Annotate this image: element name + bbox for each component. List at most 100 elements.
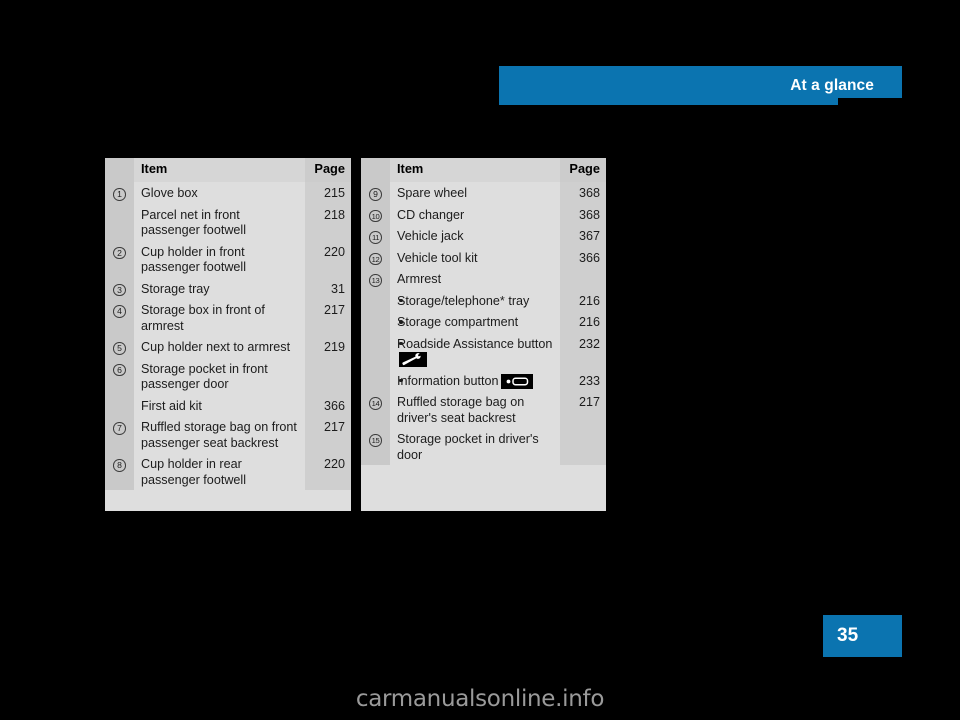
row-item-cell: Ruffled storage bag on front passenger s… (134, 416, 305, 453)
circled-number-4: 4 (113, 305, 126, 318)
row-item-label: Ruffled storage bag on front passenger s… (141, 420, 297, 450)
row-page-cell: 218 (305, 203, 351, 241)
table-row: Storage compartment 216 (361, 311, 606, 333)
table-row: 8 Cup holder in rear passenger footwell 22… (105, 453, 351, 490)
row-number-cell: 6 (105, 357, 134, 395)
bullet-point-icon (399, 298, 403, 303)
row-page-cell: 216 (560, 311, 606, 333)
row-number-cell (361, 311, 390, 333)
row-number-cell (361, 332, 390, 370)
row-item-cell: First aid kit (134, 394, 305, 416)
circled-number-5: 5 (113, 342, 126, 355)
row-page-cell: 366 (305, 394, 351, 416)
column-header-number (105, 158, 134, 182)
circled-number-7: 7 (113, 422, 126, 435)
row-page-cell: 215 (305, 182, 351, 204)
row-number-cell: 10 (361, 203, 390, 225)
row-item-cell: Information button (390, 369, 560, 391)
row-page-cell (305, 357, 351, 395)
row-item-label: Spare wheel (397, 186, 468, 200)
table-row: Information button 233 (361, 369, 606, 391)
row-item-cell: Storage pocket in driver's door (390, 428, 560, 465)
row-page-cell: 233 (560, 369, 606, 391)
row-item-label: Cup holder next to armrest (141, 340, 291, 354)
row-page-cell: 220 (305, 453, 351, 490)
table-row: 4 Storage box in front of armrest 217 (105, 299, 351, 336)
row-item-cell: Parcel net in front passenger footwell (134, 203, 305, 241)
row-item-label: Information button (397, 373, 499, 388)
row-page-cell: 368 (560, 203, 606, 225)
row-item-label: Storage compartment (397, 315, 519, 329)
row-item-label: Parcel net in front passenger footwell (141, 207, 247, 238)
row-page-cell: 217 (305, 416, 351, 453)
circled-number-3: 3 (113, 283, 126, 296)
row-page-cell: 31 (305, 277, 351, 299)
row-item-cell: Spare wheel (390, 182, 560, 204)
row-number-cell: 11 (361, 225, 390, 247)
row-item-cell: Storage box in front of armrest (134, 299, 305, 336)
row-page-cell: 217 (560, 391, 606, 428)
page-number: 35 (837, 625, 859, 646)
table-row: 6 Storage pocket in front passenger door (105, 357, 351, 395)
row-page-cell: 220 (305, 240, 351, 278)
column-header-page: Page (560, 158, 606, 182)
row-page-cell: 217 (305, 299, 351, 336)
row-item-label: First aid kit (141, 398, 202, 413)
row-item-label: Cup holder in rear passenger footwell (141, 457, 247, 487)
table-left-body: 1 Glove box 215 Parcel net in front passeng… (105, 182, 351, 490)
watermark-text: carmanualsonline.info (355, 686, 605, 712)
circled-number-8: 8 (113, 459, 126, 472)
row-item-label: Glove box (141, 186, 198, 200)
table-row: 9 Spare wheel 368 (361, 182, 606, 204)
row-item-cell: Storage/telephone* tray (390, 289, 560, 311)
row-item-cell: Glove box (134, 182, 305, 204)
row-item-label: Storage pocket in front passenger door (141, 361, 268, 392)
information-button-icon (500, 373, 533, 389)
row-number-cell: 1 (105, 182, 134, 204)
row-number-cell (361, 289, 390, 311)
circled-number-10: 10 (369, 209, 382, 222)
page-number-badge: 35 (823, 615, 902, 657)
table-row: Storage/telephone* tray 216 (361, 289, 606, 311)
row-item-label: Roadside Assistance button (397, 336, 553, 351)
row-item-label: Armrest (397, 272, 442, 286)
column-header-number (361, 158, 390, 182)
row-page-cell: 367 (560, 225, 606, 247)
table-row: 11 Vehicle jack 367 (361, 225, 606, 247)
row-page-cell: 219 (305, 336, 351, 358)
row-page-cell (560, 428, 606, 465)
row-page-cell: 232 (560, 332, 606, 370)
row-item-label: Storage tray (141, 281, 210, 296)
bullet-point-icon (399, 320, 403, 324)
table-row: Roadside Assistance button 232 (361, 332, 606, 370)
table-row: 3 Storage tray 31 (105, 277, 351, 299)
row-item-cell: Ruffled storage bag on driver's seat bac… (390, 391, 560, 428)
row-item-cell: Storage compartment (390, 311, 560, 333)
table-left: Item Page 1 Glove box 215 Parcel net in fro… (105, 158, 351, 490)
row-number-cell: 15 (361, 428, 390, 465)
row-page-cell: 216 (560, 289, 606, 311)
header-banner-notch (838, 98, 902, 105)
row-item-cell: Cup holder next to armrest (134, 336, 305, 358)
row-item-label: Cup holder in front passenger footwell (141, 244, 247, 275)
table-row: 5 Cup holder next to armrest 219 (105, 336, 351, 358)
wrench-button-icon (399, 352, 427, 367)
row-item-cell: CD changer (390, 203, 560, 225)
table-row: 10 CD changer 368 (361, 203, 606, 225)
row-item-cell: Vehicle tool kit (390, 246, 560, 268)
row-number-cell: 4 (105, 299, 134, 336)
circled-number-2: 2 (113, 246, 126, 259)
row-number-cell: 8 (105, 453, 134, 490)
row-item-cell: Roadside Assistance button (390, 332, 560, 370)
item-page-table-left: Item Page 1 Glove box 215 Parcel net in fro… (105, 158, 351, 511)
circled-number-14: 14 (369, 397, 382, 410)
circled-number-6: 6 (113, 363, 126, 376)
row-number-cell: 9 (361, 182, 390, 204)
row-item-cell: Armrest (390, 268, 560, 290)
table-right-body: 9 Spare wheel 368 10 CD changer 368 11 Vehicle … (361, 182, 606, 465)
table-right: Item Page 9 Spare wheel 368 10 CD changer 368… (361, 158, 606, 465)
row-item-label: Storage/telephone* tray (397, 293, 530, 308)
row-item-cell: Cup holder in rear passenger footwell (134, 453, 305, 490)
table-row: 15 Storage pocket in driver's door (361, 428, 606, 465)
table-row: 12 Vehicle tool kit 366 (361, 246, 606, 268)
